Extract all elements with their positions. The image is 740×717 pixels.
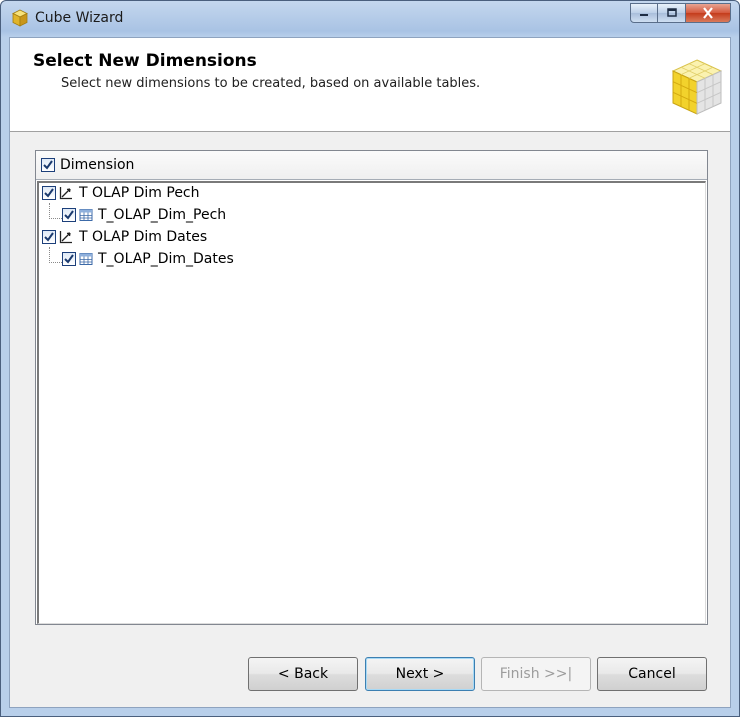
item-checkbox[interactable] — [42, 186, 56, 200]
cube-app-icon — [12, 9, 28, 27]
item-label: T OLAP Dim Dates — [79, 229, 208, 245]
next-button[interactable]: Next > — [365, 657, 475, 691]
cube-logo-icon — [671, 59, 723, 115]
item-label: T OLAP Dim Pech — [79, 185, 200, 201]
minimize-button[interactable] — [630, 3, 658, 23]
cube-wizard-window: Cube Wizard Select New Dimensions Select… — [0, 0, 740, 717]
dimension-icon — [59, 187, 72, 200]
checkmark-icon — [43, 160, 53, 170]
maximize-button[interactable] — [658, 3, 686, 23]
tree-header: Dimension — [36, 151, 707, 180]
checkmark-icon — [64, 210, 74, 220]
tree-connector — [49, 218, 62, 219]
item-checkbox[interactable] — [62, 252, 76, 266]
maximize-icon — [666, 8, 677, 17]
back-button[interactable]: < Back — [248, 657, 358, 691]
checkmark-icon — [64, 254, 74, 264]
column-header-dimension: Dimension — [60, 157, 135, 173]
table-icon — [79, 253, 93, 265]
tree-connector — [49, 203, 50, 219]
minimize-icon — [640, 14, 648, 16]
tree-connector — [49, 262, 62, 263]
caption-buttons — [630, 3, 731, 23]
wizard-header: Select New Dimensions Select new dimensi… — [10, 38, 730, 132]
cancel-button[interactable]: Cancel — [597, 657, 707, 691]
dimension-tree: Dimension T OLAP Dim Pech T_OLAP_Dim_Pec… — [35, 150, 708, 625]
checkmark-icon — [44, 232, 54, 242]
window-title: Cube Wizard — [35, 10, 124, 26]
checkmark-icon — [44, 188, 54, 198]
tree-connector — [49, 247, 50, 263]
table-icon — [79, 209, 93, 221]
item-label: T_OLAP_Dim_Dates — [98, 251, 234, 267]
dimension-icon — [59, 231, 72, 244]
item-checkbox[interactable] — [42, 230, 56, 244]
wizard-client-area: Select New Dimensions Select new dimensi… — [9, 37, 731, 708]
item-label: T_OLAP_Dim_Pech — [98, 207, 227, 223]
close-button[interactable] — [686, 3, 731, 23]
tree-body[interactable]: T OLAP Dim Pech T_OLAP_Dim_Pech T OLAP D… — [37, 181, 706, 624]
page-title: Select New Dimensions — [33, 51, 257, 71]
title-bar[interactable]: Cube Wizard — [1, 1, 739, 37]
item-checkbox[interactable] — [62, 208, 76, 222]
header-checkbox[interactable] — [41, 158, 55, 172]
finish-button[interactable]: Finish >>| — [481, 657, 591, 691]
page-subtitle: Select new dimensions to be created, bas… — [61, 76, 481, 91]
close-icon — [703, 7, 713, 19]
